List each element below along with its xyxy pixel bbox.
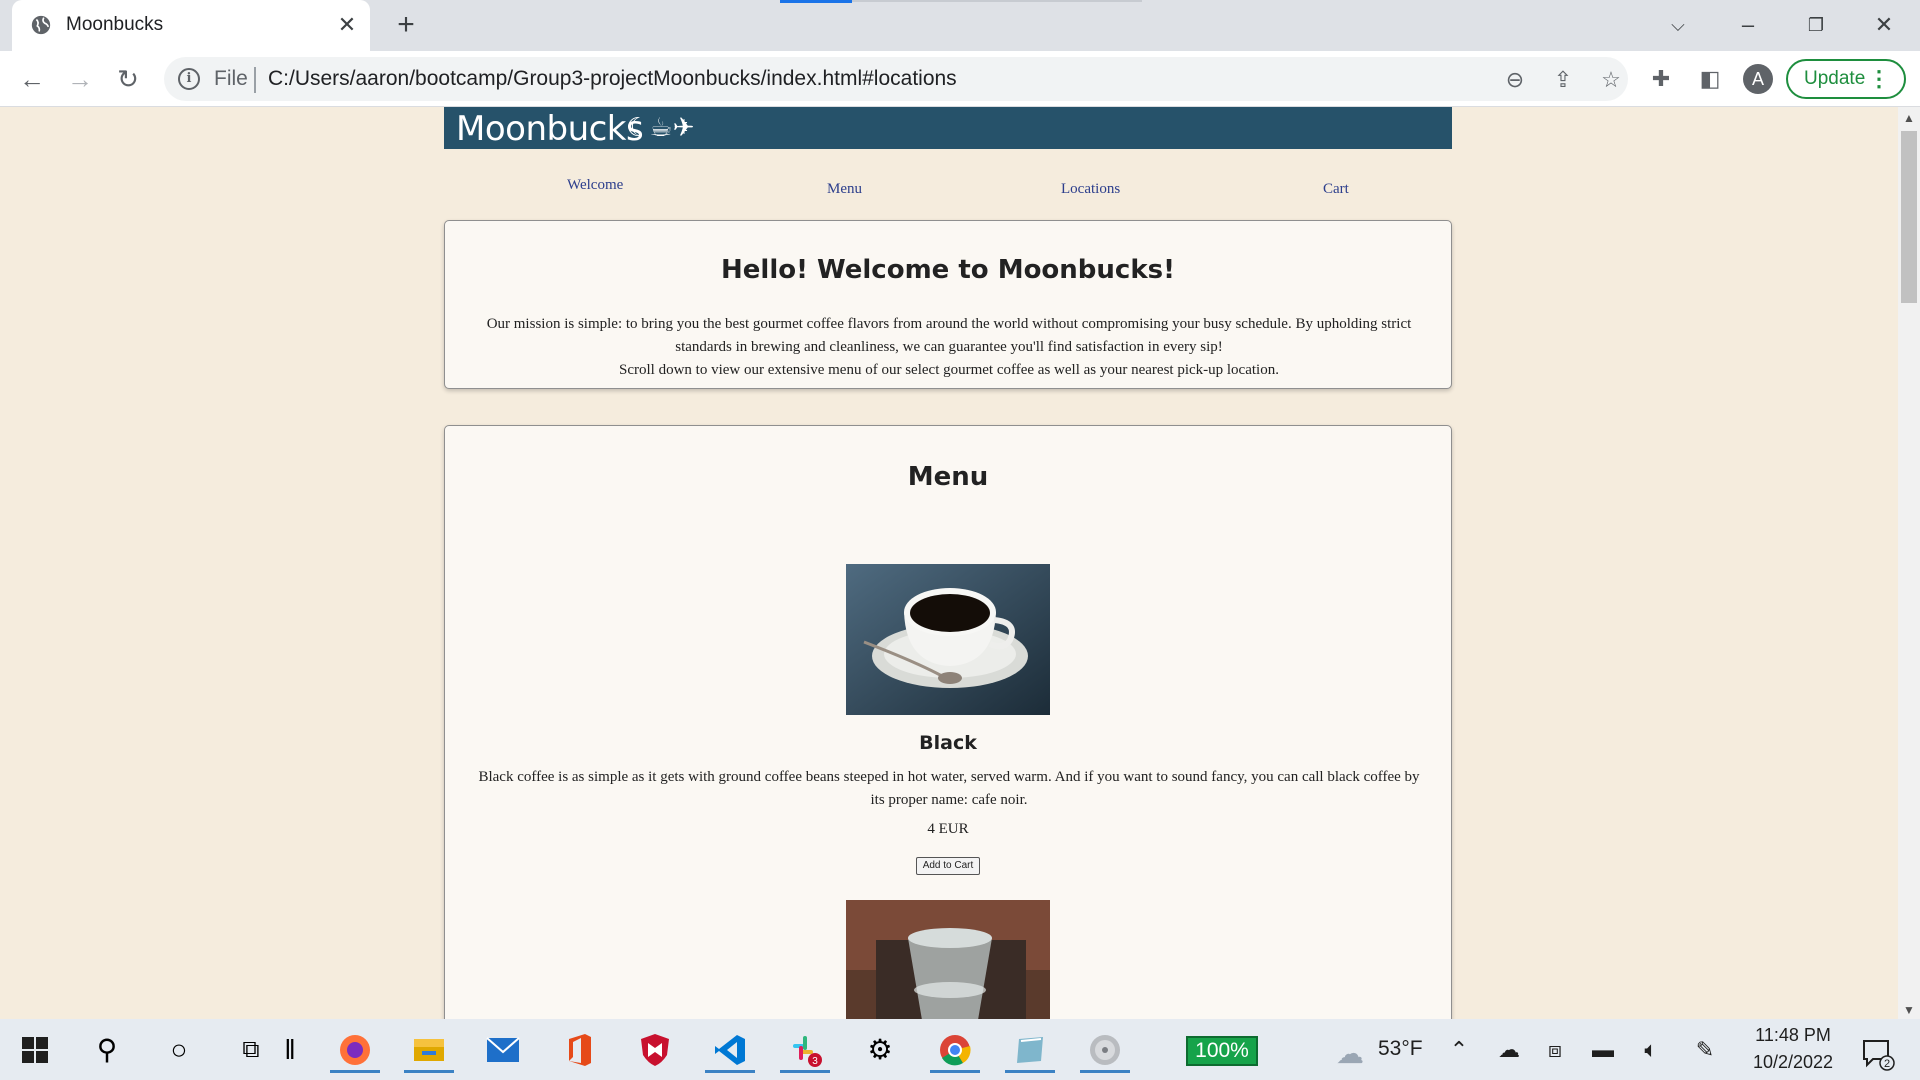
browser-tab[interactable]: Moonbucks ✕ (12, 0, 370, 51)
show-hidden-icons-chevron-icon[interactable]: ⌃ (1444, 1037, 1474, 1063)
mcafee-shield-icon[interactable] (630, 1027, 680, 1073)
nav-link-locations[interactable]: Locations (1061, 181, 1120, 198)
site-header: Moonbucks ☾☕✈ (444, 107, 1452, 149)
file-explorer-icon[interactable] (404, 1027, 454, 1073)
media-disc-icon[interactable] (1080, 1027, 1130, 1073)
nav-link-menu[interactable]: Menu (827, 181, 862, 198)
scrollbar-thumb[interactable] (1901, 131, 1917, 303)
tab-close-icon[interactable]: ✕ (334, 12, 360, 38)
windows-taskbar: ⚲ ○ ⧉ ‖ 3 ⚙ 100% ☁ 53°F ⌃ ☁ ⧈ ▬ 🔈︎ ✎ 11:… (0, 1019, 1920, 1080)
side-panel-icon[interactable]: ◧ (1694, 63, 1726, 95)
add-to-cart-button[interactable]: Add to Cart (916, 857, 980, 875)
vscode-active-underline (705, 1070, 755, 1073)
battery-icon[interactable]: ▬ (1588, 1037, 1618, 1063)
menu-item-price: 4 EUR (927, 821, 969, 837)
slack-active-underline (780, 1070, 830, 1073)
url-separator (254, 67, 256, 93)
tab-loading-indicator (780, 0, 852, 3)
new-tab-button[interactable]: + (390, 10, 422, 42)
mission-paragraph: Our mission is simple: to bring you the … (486, 316, 1412, 355)
share-icon[interactable]: ⇪ (1548, 65, 1578, 95)
onedrive-error-icon[interactable]: ☁ (1494, 1037, 1524, 1063)
search-icon[interactable]: ⚲ (82, 1027, 132, 1073)
update-button[interactable]: Update ⋮ (1786, 59, 1906, 99)
menu-item-name: Black (919, 732, 977, 754)
weather-cloud-icon[interactable]: ☁ (1330, 1037, 1370, 1070)
restore-icon[interactable]: ❐ (1798, 8, 1834, 42)
scroll-down-arrow-icon[interactable]: ▼ (1898, 1003, 1920, 1017)
site-logo-title: Moonbucks (456, 109, 644, 149)
tab-loading-track (852, 0, 1142, 2)
pen-workspace-icon[interactable]: ✎ (1690, 1037, 1720, 1063)
address-bar[interactable]: i File C:/Users/aaron/bootcamp/Group3-pr… (164, 57, 1628, 101)
page-scrollbar[interactable]: ▲ ▼ (1898, 107, 1920, 1019)
firefox-active-underline (330, 1070, 380, 1073)
forward-arrow-icon[interactable]: → (62, 61, 98, 97)
browser-toolbar: ← → ↻ i File C:/Users/aaron/bootcamp/Gro… (0, 51, 1920, 107)
notes-app-icon[interactable] (1005, 1027, 1055, 1073)
mail-icon[interactable] (478, 1027, 528, 1073)
next-coffee-image (846, 900, 1050, 1019)
menu-heading: Menu (907, 462, 989, 492)
tab-search-chevron-icon[interactable]: ⌵ (1660, 8, 1696, 42)
scroll-hint-paragraph: Scroll down to view our extensive menu o… (619, 362, 1279, 378)
more-menu-icon[interactable]: ⋮ (1868, 61, 1890, 97)
welcome-section: Hello! Welcome to Moonbucks! Our mission… (444, 220, 1452, 389)
clock-time[interactable]: 11:48 PM (1748, 1025, 1838, 1046)
start-windows-icon[interactable] (10, 1027, 60, 1073)
notifications-icon[interactable]: 2 (1856, 1037, 1900, 1077)
clock-date[interactable]: 10/2/2022 (1748, 1052, 1838, 1073)
display-icon[interactable]: ⧈ (1540, 1037, 1570, 1063)
firefox-icon[interactable] (330, 1027, 380, 1073)
menu-section: Menu Black Black coffee is as simple as … (444, 425, 1452, 1019)
task-view-icon[interactable]: ⧉ (226, 1027, 276, 1073)
cortana-circle-icon[interactable]: ○ (154, 1027, 204, 1073)
url-scheme-label: File (214, 67, 248, 90)
welcome-text: Our mission is simple: to bring you the … (475, 313, 1423, 382)
nav-link-welcome[interactable]: Welcome (567, 177, 623, 194)
welcome-heading: Hello! Welcome to Moonbucks! (721, 255, 1175, 285)
menu-item-description: Black coffee is as simple as it gets wit… (478, 769, 1420, 808)
vscode-icon[interactable] (705, 1027, 755, 1073)
reload-icon[interactable]: ↻ (110, 61, 146, 97)
scroll-up-arrow-icon[interactable]: ▲ (1898, 111, 1920, 125)
zoom-icon[interactable]: ⊖ (1500, 65, 1530, 95)
page-viewport: Moonbucks ☾☕✈ Welcome Menu Locations Car… (0, 107, 1898, 1019)
notes-active-underline (1005, 1070, 1055, 1073)
bookmark-star-icon[interactable]: ☆ (1596, 65, 1626, 95)
extensions-puzzle-icon[interactable]: ✚ (1645, 63, 1677, 95)
update-label: Update (1804, 68, 1866, 89)
browser-tab-strip: Moonbucks ✕ + ⌵ – ❐ ✕ (0, 0, 1920, 51)
battery-percentage-badge[interactable]: 100% (1186, 1036, 1258, 1066)
settings-gear-icon[interactable]: ⚙ (855, 1027, 905, 1073)
nav-link-cart[interactable]: Cart (1323, 181, 1349, 198)
site-info-icon[interactable]: i (178, 68, 200, 90)
back-arrow-icon[interactable]: ← (14, 61, 50, 97)
office-icon[interactable] (554, 1027, 604, 1073)
window-close-icon[interactable]: ✕ (1866, 8, 1902, 42)
url-text[interactable]: C:/Users/aaron/bootcamp/Group3-projectMo… (268, 67, 957, 91)
file-explorer-active-underline (404, 1070, 454, 1073)
volume-speaker-icon[interactable]: 🔈︎ (1636, 1037, 1666, 1063)
globe-icon (31, 15, 51, 35)
profile-avatar[interactable]: A (1743, 64, 1773, 94)
tab-title: Moonbucks (66, 14, 164, 35)
moon-coffee-plane-icons: ☾☕✈ (626, 113, 695, 143)
black-coffee-image (846, 564, 1050, 715)
slack-badge-count: 3 (812, 1056, 818, 1067)
weather-temperature[interactable]: 53°F (1378, 1037, 1423, 1061)
slack-icon[interactable]: 3 (780, 1027, 830, 1073)
media-active-underline (1080, 1070, 1130, 1073)
chrome-active-underline (930, 1070, 980, 1073)
notifications-badge-count: 2 (1884, 1058, 1890, 1070)
chrome-icon[interactable] (930, 1027, 980, 1073)
taskbar-divider-icon: ‖ (284, 1034, 296, 1065)
minimize-icon[interactable]: – (1730, 8, 1766, 42)
